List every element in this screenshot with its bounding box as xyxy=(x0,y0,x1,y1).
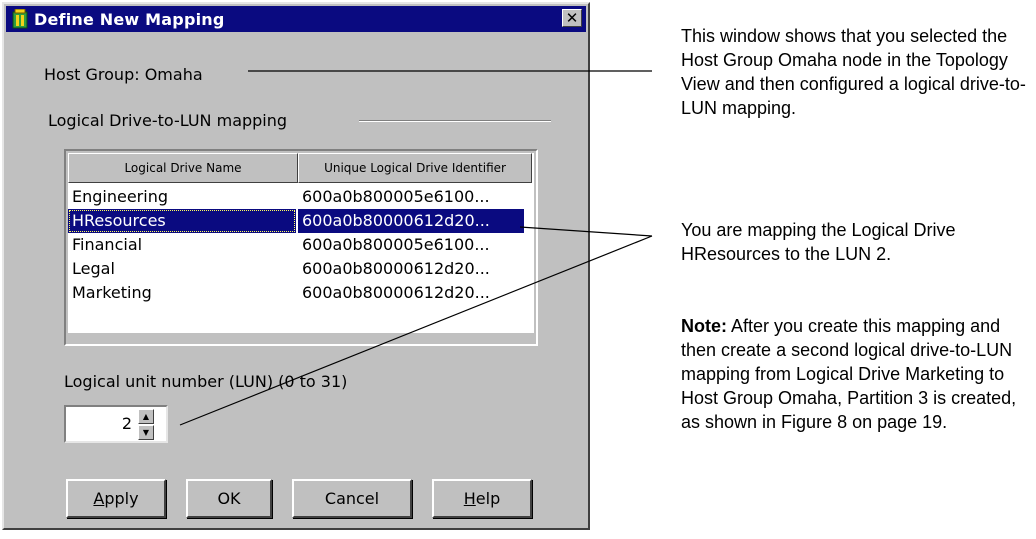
spin-down-icon[interactable]: ▼ xyxy=(138,425,154,440)
annotation-mapping: You are mapping the Logical Drive HResou… xyxy=(681,220,956,264)
table-row[interactable]: Legal 600a0b80000612d20... xyxy=(68,257,532,281)
drive-id-cell: 600a0b80000612d20... xyxy=(302,259,490,278)
drive-id-cell: 600a0b800005e6100... xyxy=(302,235,490,254)
lun-spinner[interactable]: 2 ▲ ▼ xyxy=(64,405,168,443)
table-row[interactable]: Marketing 600a0b80000612d20... xyxy=(68,281,532,305)
table-row-selected[interactable]: HResources 600a0b80000612d20... xyxy=(68,209,532,233)
apply-label: pply xyxy=(104,489,139,508)
drive-id-cell: 600a0b80000612d20... xyxy=(302,211,490,230)
help-button[interactable]: Help xyxy=(432,479,532,518)
drive-name-cell: HResources xyxy=(72,211,166,230)
drive-name-cell: Legal xyxy=(72,259,115,278)
close-icon: ✕ xyxy=(565,9,579,27)
apply-mnemonic: A xyxy=(93,489,105,508)
table-row[interactable]: Engineering 600a0b800005e6100... xyxy=(68,185,532,209)
spin-up-icon[interactable]: ▲ xyxy=(138,409,154,424)
lun-label: Logical unit number (LUN) (0 to 31) xyxy=(64,372,348,391)
logical-drive-table[interactable]: Logical Drive Name Unique Logical Drive … xyxy=(64,149,538,346)
drive-name-cell: Engineering xyxy=(72,187,168,206)
drive-id-cell: 600a0b80000612d20... xyxy=(302,283,490,302)
annotation-note: Note: After you create this mapping and … xyxy=(681,314,1033,434)
lun-value[interactable]: 2 xyxy=(122,414,132,433)
drive-id-cell: 600a0b800005e6100... xyxy=(302,187,490,206)
help-label: elp xyxy=(475,489,501,508)
help-mnemonic: H xyxy=(463,489,476,508)
define-new-mapping-dialog: Define New Mapping ✕ Host Group: Omaha L… xyxy=(2,2,590,530)
selected-id-highlight: 600a0b80000612d20... xyxy=(298,209,524,233)
table-row[interactable]: Financial 600a0b800005e6100... xyxy=(68,233,532,257)
note-body: After you create this mapping and then c… xyxy=(681,316,1017,432)
selected-name-highlight: HResources xyxy=(68,209,296,233)
table-body: Logical Drive Name Unique Logical Drive … xyxy=(68,153,534,333)
ok-button[interactable]: OK xyxy=(186,479,272,518)
drive-name-cell: Marketing xyxy=(72,283,152,302)
apply-button[interactable]: Apply xyxy=(66,479,166,518)
close-button[interactable]: ✕ xyxy=(562,9,582,27)
drive-name-cell: Financial xyxy=(72,235,143,254)
group-divider xyxy=(359,120,551,122)
column-header-logical-drive-name[interactable]: Logical Drive Name xyxy=(68,153,298,183)
mapping-group-label: Logical Drive-to-LUN mapping xyxy=(48,111,288,130)
annotation-host-group: This window shows that you selected the … xyxy=(681,26,1026,118)
app-icon xyxy=(12,9,28,29)
title-bar: Define New Mapping ✕ xyxy=(6,6,586,32)
dialog-title: Define New Mapping xyxy=(34,10,225,29)
cancel-button[interactable]: Cancel xyxy=(292,479,412,518)
host-group-label: Host Group: Omaha xyxy=(44,65,203,84)
column-header-unique-identifier[interactable]: Unique Logical Drive Identifier xyxy=(298,153,532,183)
note-heading: Note: xyxy=(681,316,727,336)
